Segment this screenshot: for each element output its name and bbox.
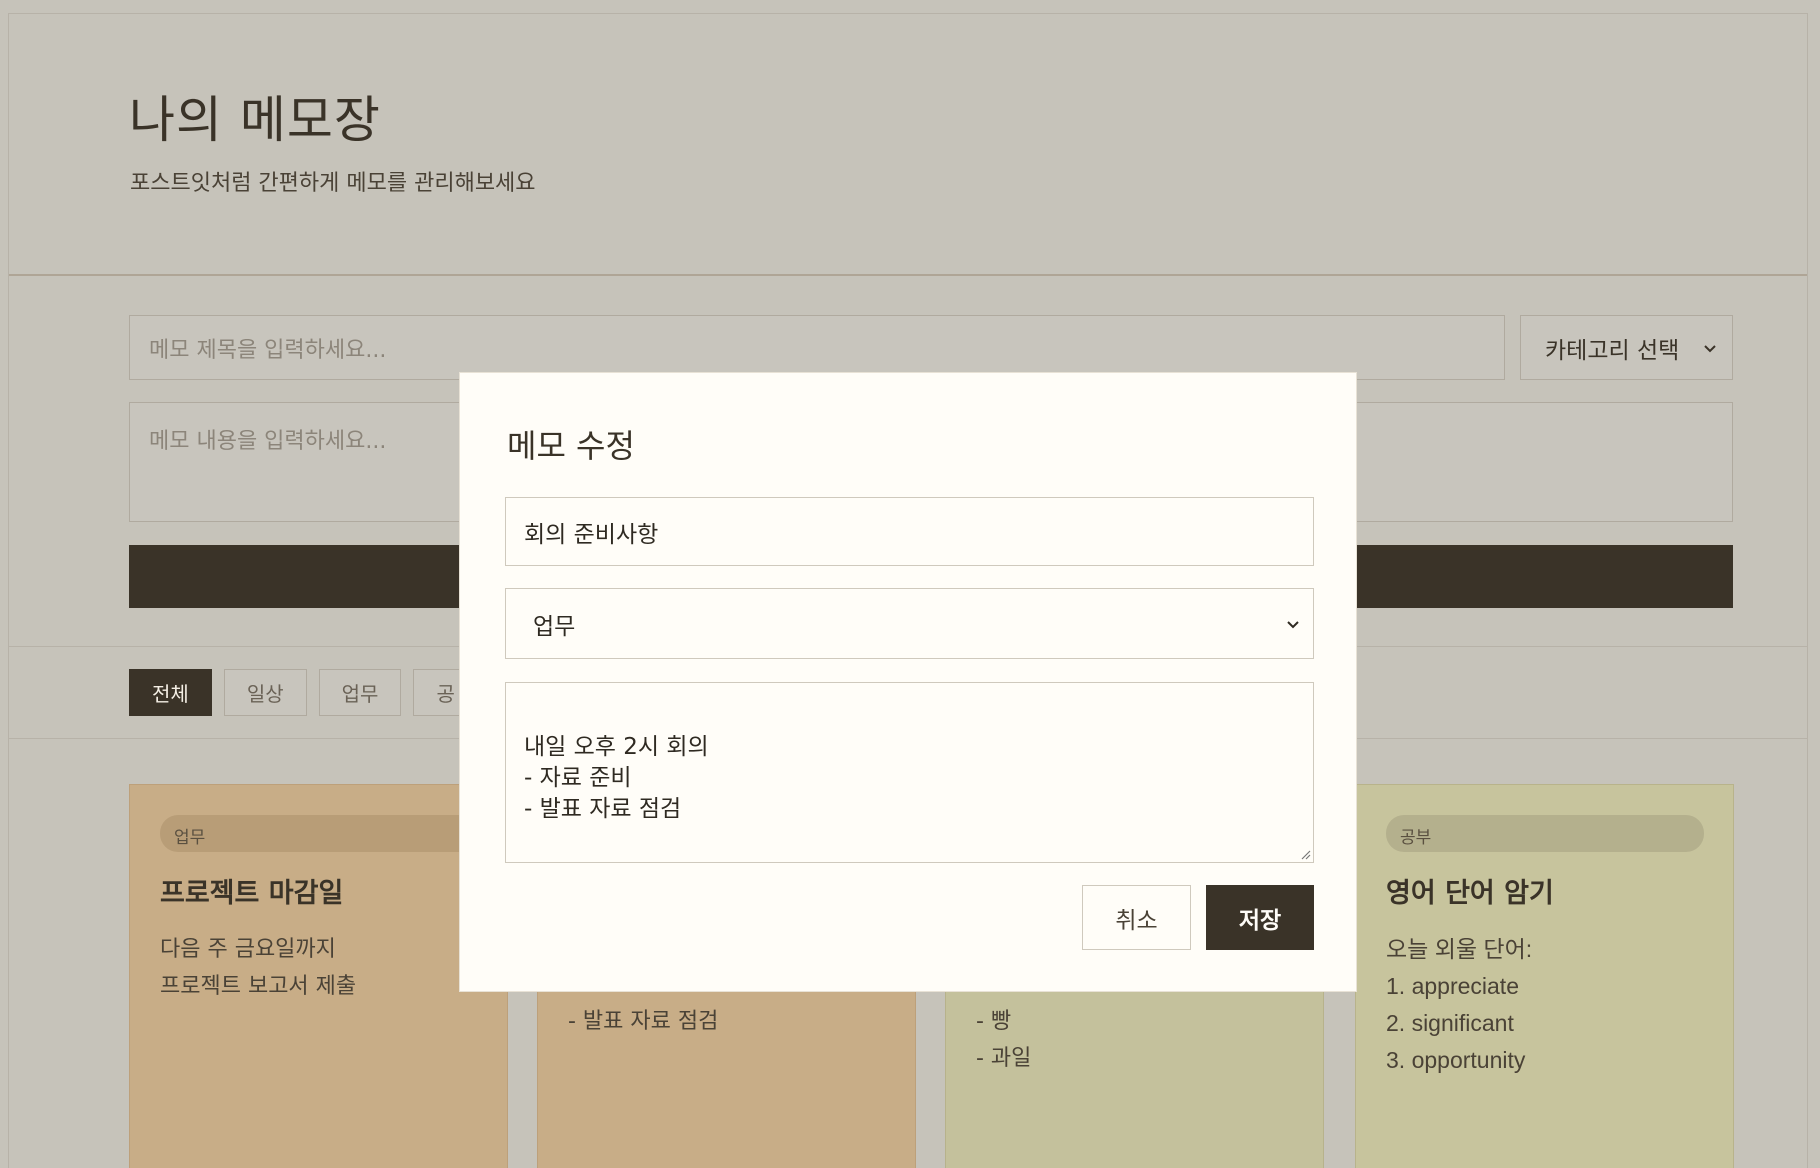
modal-title-input[interactable]: 회의 준비사항: [505, 497, 1314, 566]
memo-title-placeholder: 메모 제목을 입력하세요...: [149, 337, 387, 363]
memo-card[interactable]: 공부 영어 단어 암기 오늘 외울 단어: 1. appreciate 2. s…: [1355, 784, 1734, 1168]
filter-bar: 전체 일상 업무 공: [129, 669, 478, 716]
page-subtitle: 포스트잇처럼 간편하게 메모를 관리해보세요: [130, 171, 536, 196]
card-body: - 발표 자료 점검: [568, 1009, 719, 1034]
resize-grip-icon[interactable]: [1299, 848, 1311, 860]
card-tag: 공부: [1386, 815, 1704, 852]
modal-title: 메모 수정: [507, 427, 635, 465]
card-tag: 업무: [160, 815, 478, 852]
modal-category-select[interactable]: 업무: [505, 588, 1314, 659]
card-title: 프로젝트 마감일: [160, 878, 344, 909]
card-title: 영어 단어 암기: [1386, 878, 1554, 909]
card-body: - 빵 - 과일: [976, 1009, 1032, 1071]
memo-title-input[interactable]: 메모 제목을 입력하세요...: [129, 315, 1505, 380]
modal-content-value: 내일 오후 2시 회의 - 자료 준비 - 발표 자료 점검: [524, 734, 709, 822]
filter-daily[interactable]: 일상: [223, 669, 307, 716]
page-header: 나의 메모장 포스트잇처럼 간편하게 메모를 관리해보세요: [9, 14, 1807, 276]
save-button[interactable]: 저장: [1206, 885, 1314, 950]
filter-all[interactable]: 전체: [129, 669, 212, 716]
cancel-button[interactable]: 취소: [1082, 885, 1191, 950]
memo-card[interactable]: 업무 프로젝트 마감일 다음 주 금요일까지 프로젝트 보고서 제출: [129, 784, 508, 1168]
edit-memo-modal: 메모 수정 회의 준비사항 업무 내일 오후 2시 회의 - 자료 준비 - 발…: [459, 372, 1357, 992]
chevron-down-icon: [1287, 620, 1299, 628]
modal-content-textarea[interactable]: 내일 오후 2시 회의 - 자료 준비 - 발표 자료 점검: [505, 682, 1314, 863]
page-title: 나의 메모장: [129, 91, 381, 149]
memo-content-placeholder: 메모 내용을 입력하세요...: [149, 429, 387, 454]
chevron-down-icon: [1704, 344, 1716, 352]
filter-work[interactable]: 업무: [318, 669, 402, 716]
category-select-label: 카테고리 선택: [1545, 337, 1680, 364]
category-select[interactable]: 카테고리 선택: [1520, 315, 1733, 380]
card-body: 다음 주 금요일까지 프로젝트 보고서 제출: [160, 937, 357, 999]
modal-title-value: 회의 준비사항: [524, 521, 659, 548]
card-body: 오늘 외울 단어: 1. appreciate 2. significant 3…: [1386, 936, 1533, 1073]
modal-category-value: 업무: [533, 613, 576, 640]
